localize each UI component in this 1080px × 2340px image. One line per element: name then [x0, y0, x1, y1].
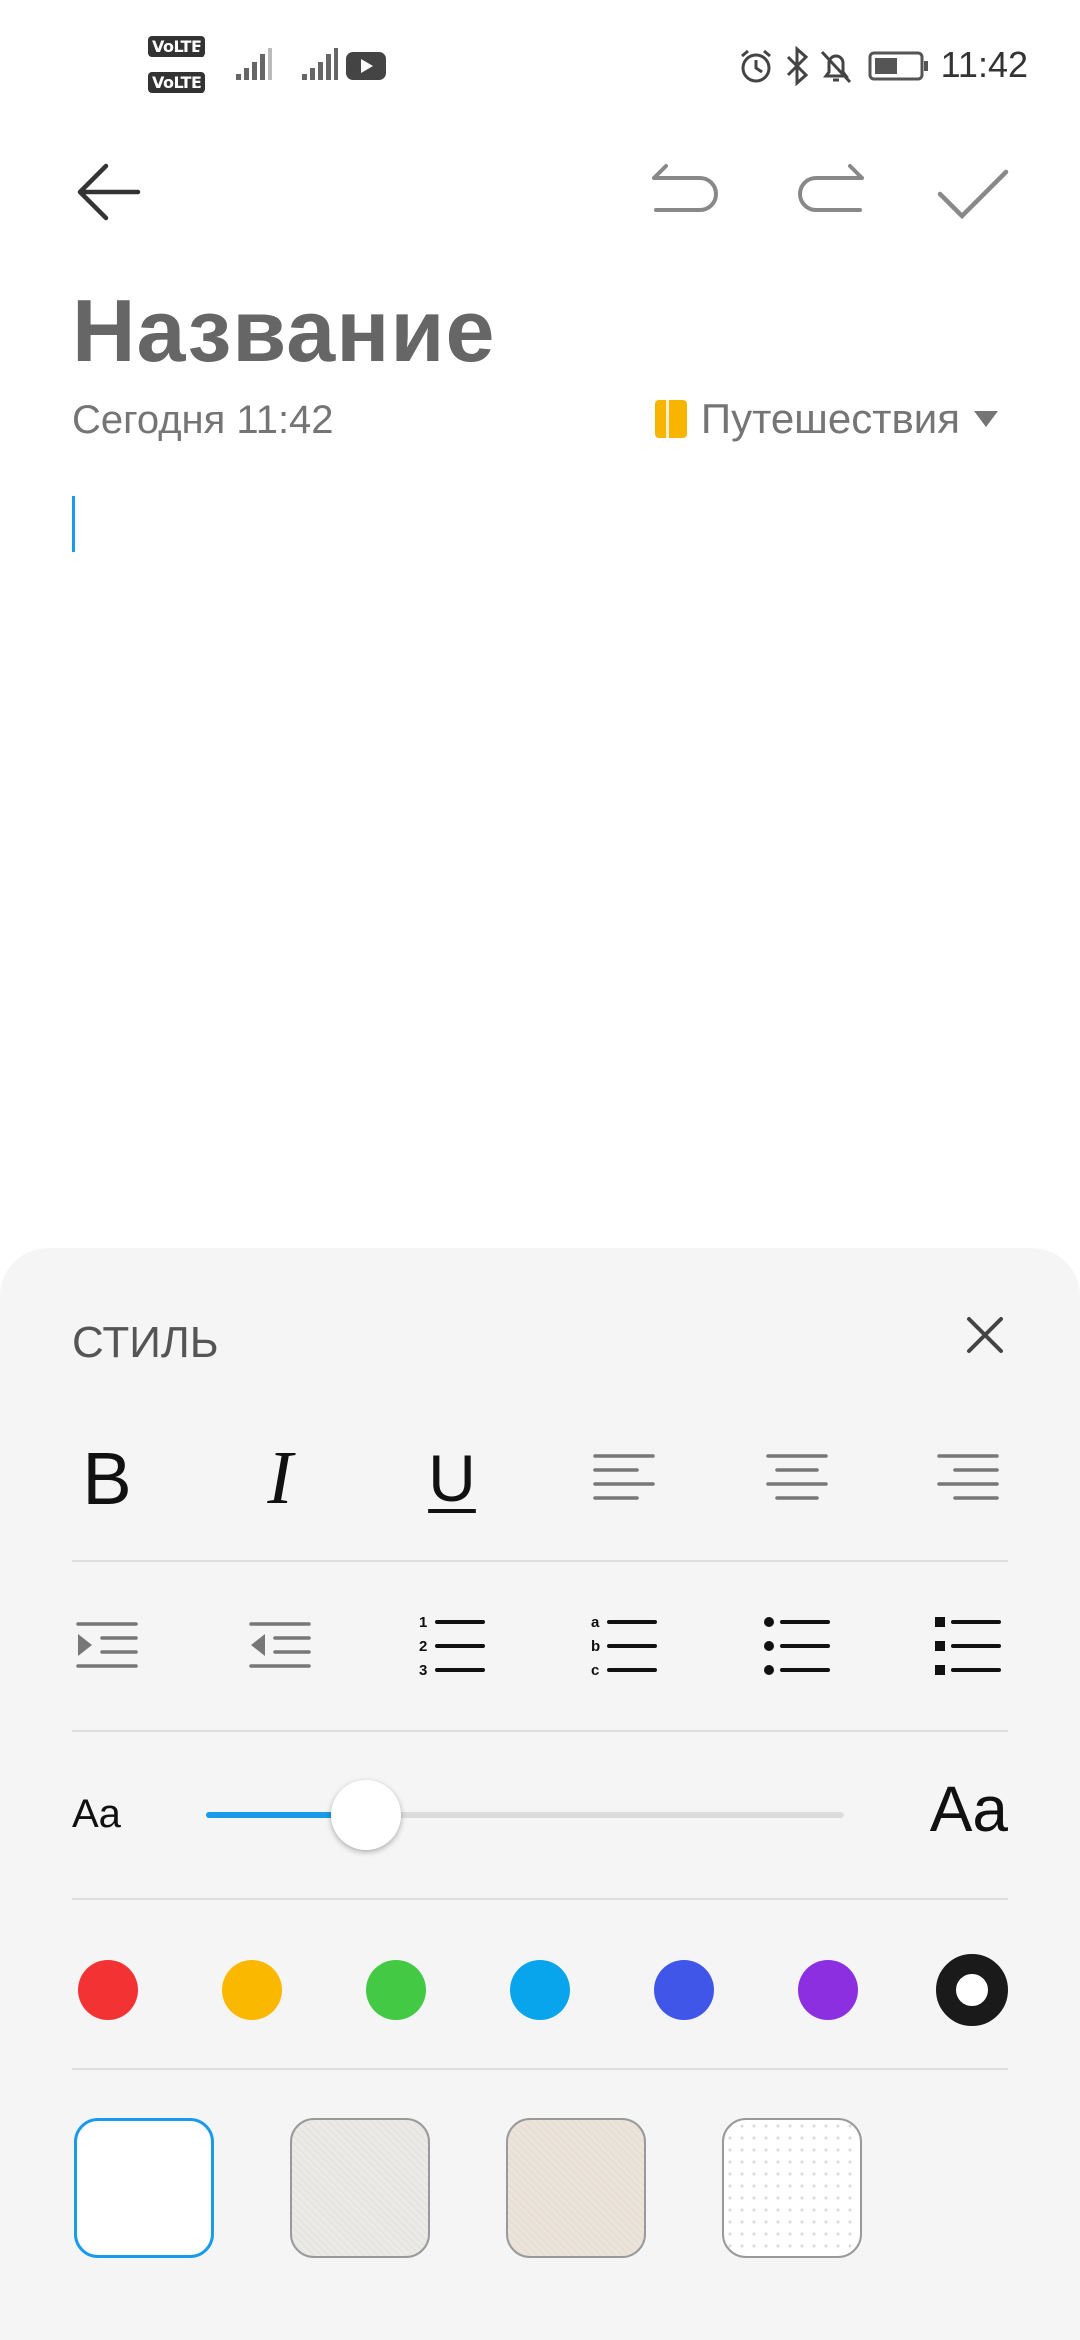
close-panel-button[interactable]: [950, 1300, 1020, 1370]
divider: [72, 1560, 1008, 1562]
undo-button[interactable]: [640, 150, 730, 234]
lettered-list-button[interactable]: a b c: [574, 1596, 674, 1696]
youtube-notification-icon: [346, 52, 386, 80]
divider: [72, 2068, 1008, 2070]
bold-button[interactable]: B: [57, 1428, 157, 1528]
align-center-button[interactable]: [747, 1428, 847, 1528]
numbered-list-icon: 1 2 3: [419, 1614, 485, 1679]
category-label: Путешествия: [700, 395, 960, 442]
svg-text:1: 1: [419, 1614, 427, 1631]
redo-icon: [798, 164, 864, 212]
color-row: [0, 1950, 1080, 2030]
note-title[interactable]: Название: [72, 280, 495, 382]
style-panel-title: СТИЛЬ: [72, 1318, 219, 1367]
volte-sim2-indicator: VoLTE 2: [148, 72, 208, 98]
color-swatch[interactable]: [78, 1960, 138, 2020]
svg-text:3: 3: [419, 1662, 427, 1679]
undo-icon: [652, 164, 718, 212]
volte-sim1-indicator: VoLTE 1: [148, 36, 208, 62]
divider: [72, 1898, 1008, 1900]
color-swatch[interactable]: [510, 1960, 570, 2020]
numbered-list-button[interactable]: 1 2 3: [402, 1596, 502, 1696]
category-selector[interactable]: Путешествия: [654, 395, 998, 443]
bullet-list-button[interactable]: [747, 1596, 847, 1696]
divider: [72, 1730, 1008, 1732]
indent-decrease-button[interactable]: [230, 1596, 330, 1696]
font-size-slider-thumb[interactable]: [330, 1780, 401, 1850]
color-swatch[interactable]: [654, 1960, 714, 2020]
save-button[interactable]: [930, 150, 1020, 234]
checklist-button[interactable]: [918, 1596, 1018, 1696]
notifications-off-icon: [820, 50, 852, 84]
align-left-button[interactable]: [574, 1428, 674, 1528]
svg-text:a: a: [591, 1614, 600, 1631]
bluetooth-icon: [786, 46, 809, 86]
font-size-small-label: Aa: [72, 1792, 121, 1836]
close-icon: [967, 1317, 1003, 1353]
status-clock: 11:42: [940, 44, 1028, 85]
font-size-large-label: Aa: [929, 1773, 1008, 1845]
status-bar: VoLTE 1 VoLTE 2 11:42: [0, 0, 1080, 130]
arrow-left-icon: [77, 163, 141, 221]
background-swatch-white[interactable]: [74, 2118, 214, 2258]
background-row: [0, 2118, 1080, 2268]
check-icon: [937, 169, 1009, 220]
battery-icon: [868, 51, 928, 81]
alarm-icon: [741, 49, 771, 83]
back-button[interactable]: [60, 150, 160, 234]
lettered-list-icon: a b c: [591, 1614, 657, 1679]
color-swatch[interactable]: [798, 1960, 858, 2020]
align-right-icon: [937, 1454, 999, 1500]
underline-button[interactable]: U: [402, 1428, 502, 1528]
align-right-button[interactable]: [918, 1428, 1018, 1528]
svg-text:c: c: [591, 1662, 599, 1679]
note-body-editor[interactable]: [60, 480, 1020, 1220]
signal-sim2-icon: [302, 48, 338, 80]
indent-decrease-icon: [249, 1622, 311, 1668]
svg-text:b: b: [591, 1638, 600, 1655]
italic-button[interactable]: I: [230, 1428, 330, 1528]
bullet-list-icon: [764, 1617, 830, 1675]
note-date: Сегодня 11:42: [72, 398, 334, 442]
signal-sim1-icon: [236, 48, 272, 80]
notebook-icon: [654, 400, 687, 438]
background-swatch-beige-paper[interactable]: [506, 2118, 646, 2258]
color-swatch[interactable]: [222, 1960, 282, 2020]
background-swatch-gray-paper[interactable]: [290, 2118, 430, 2258]
align-left-icon: [593, 1454, 655, 1500]
indent-increase-icon: [76, 1622, 138, 1668]
background-swatch-dotted[interactable]: [722, 2118, 862, 2258]
redo-button[interactable]: [786, 150, 876, 234]
color-swatch-selected[interactable]: [936, 1954, 1008, 2026]
indent-increase-button[interactable]: [57, 1596, 157, 1696]
svg-text:2: 2: [419, 1638, 427, 1655]
align-center-icon: [766, 1454, 828, 1500]
caret-down-icon: [974, 411, 998, 427]
color-swatch[interactable]: [366, 1960, 426, 2020]
square-bullet-list-icon: [935, 1617, 1001, 1675]
